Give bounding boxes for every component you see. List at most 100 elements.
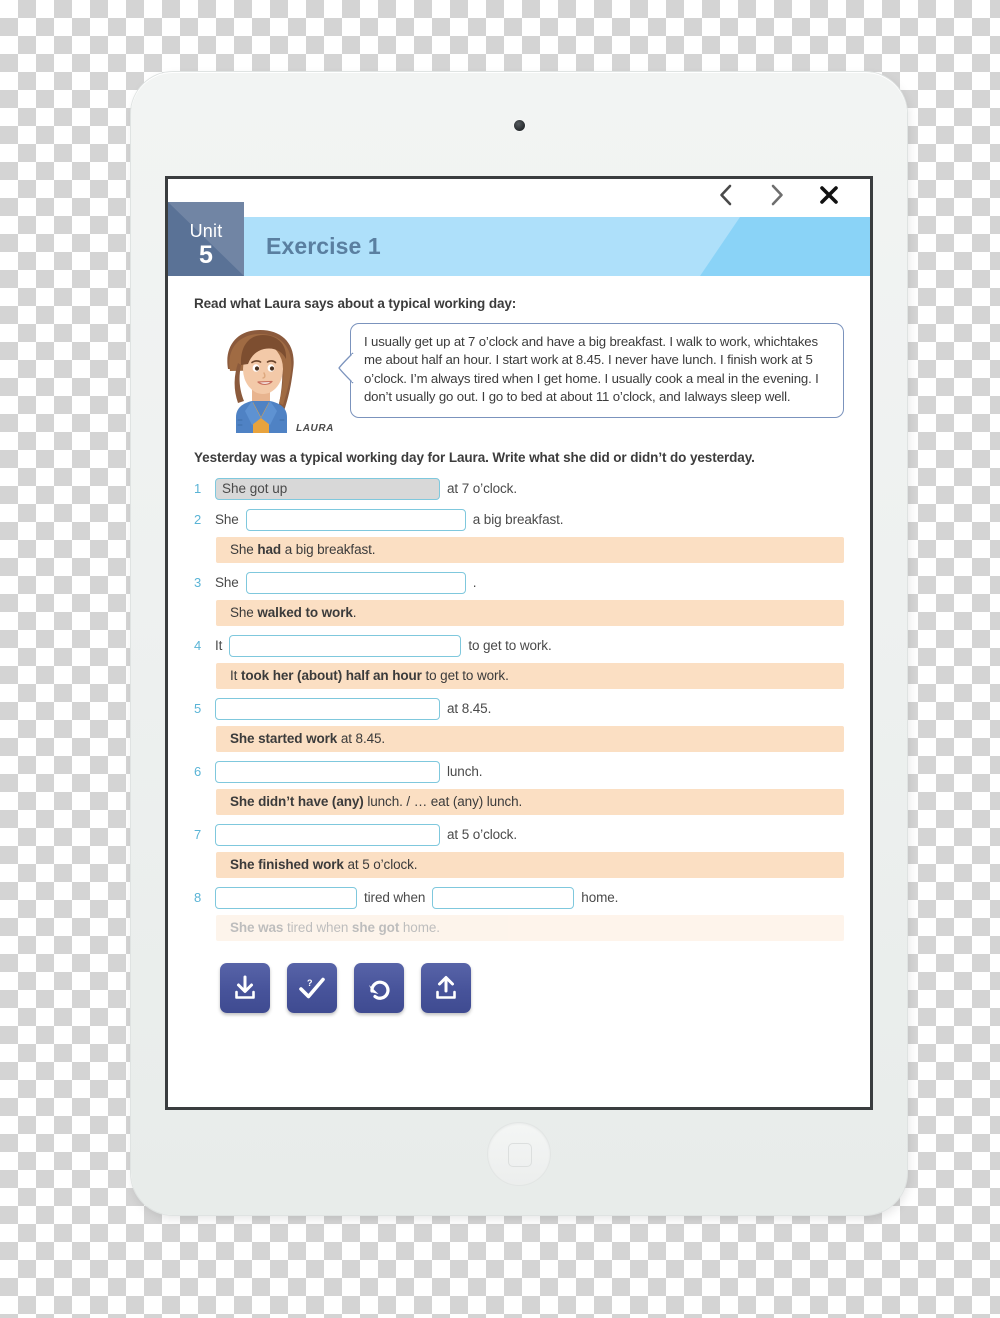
speech-text: I usually get up at 7 o’clock and have a…	[364, 334, 819, 405]
answer-bold: She finished work	[230, 857, 344, 872]
answer-row-8: She was tired when she got home.	[216, 915, 844, 941]
check-question-icon: ?	[299, 977, 325, 999]
exercise-header: Unit 5 Exercise 1	[168, 202, 870, 276]
answer-row-6: She didn’t have (any) lunch. / … eat (an…	[216, 789, 844, 815]
answer-input-3[interactable]	[245, 571, 466, 594]
close-button[interactable]	[816, 181, 842, 209]
speech-bubble: I usually get up at 7 o’clock and have a…	[338, 323, 844, 418]
answer-post: .	[352, 605, 357, 620]
answer-pre: She	[230, 605, 258, 620]
next-page-button[interactable]	[764, 181, 790, 209]
question-number: 7	[194, 827, 202, 842]
reset-button[interactable]	[354, 963, 404, 1013]
upload-button[interactable]	[421, 963, 471, 1013]
answer-bold: She started work	[230, 731, 338, 746]
answer-input-8b[interactable]	[432, 886, 575, 909]
answer-row-4: It took her (about) half an hour to get …	[216, 663, 844, 689]
question-row-3: 3 She .	[194, 567, 844, 598]
question-suffix-8: home.	[581, 890, 619, 905]
top-bar	[168, 179, 870, 217]
question-suffix-7: at 5 o’clock.	[447, 827, 517, 842]
answer-pre: She	[230, 542, 258, 557]
answer-post-2: home.	[399, 920, 440, 935]
answer-input-5[interactable]	[215, 697, 440, 720]
unit-number: 5	[199, 241, 213, 269]
question-suffix-5: at 8.45.	[447, 701, 492, 716]
tablet-screen: Unit 5 Exercise 1 Read what Laura says a…	[165, 176, 873, 1110]
task-prompt: Yesterday was a typical working day for …	[194, 450, 755, 465]
tablet-device: Unit 5 Exercise 1 Read what Laura says a…	[131, 72, 907, 1215]
answer-pre: It	[230, 668, 241, 683]
unit-badge: Unit 5	[168, 202, 244, 276]
question-mid-8: tired when	[364, 890, 426, 905]
question-number: 6	[194, 764, 202, 779]
camera-icon	[513, 120, 525, 131]
speech-bubble-tail-icon	[338, 352, 354, 384]
question-list: 1 at 7 o’clock. 2 She a big breakfast. S…	[194, 473, 844, 941]
answer-row-2: She had a big breakfast.	[216, 537, 844, 563]
answer-post: to get to work.	[421, 668, 509, 683]
question-number: 8	[194, 890, 202, 905]
question-number: 5	[194, 701, 202, 716]
question-row-2: 2 She a big breakfast.	[194, 504, 844, 535]
answer-post: at 8.45.	[337, 731, 386, 746]
answer-input-4[interactable]	[229, 634, 462, 657]
question-prefix-2: She	[215, 512, 239, 527]
answer-input-6[interactable]	[215, 760, 440, 783]
answer-input-1[interactable]	[215, 477, 440, 500]
answer-bold: took her (about) half an hour	[240, 668, 422, 683]
question-prefix-3: She	[215, 575, 239, 590]
answer-input-2[interactable]	[245, 508, 466, 531]
answer-row-3: She walked to work.	[216, 600, 844, 626]
undo-arrow-icon	[369, 980, 390, 1000]
laura-avatar	[227, 330, 294, 433]
question-number: 4	[194, 638, 202, 653]
question-number: 3	[194, 575, 202, 590]
answer-input-8a[interactable]	[215, 886, 357, 909]
reading-prompt: Read what Laura says about a typical wor…	[194, 296, 517, 311]
close-icon	[820, 186, 838, 204]
svg-text:?: ?	[307, 978, 313, 988]
question-suffix-4: to get to work.	[468, 638, 552, 653]
chevron-left-icon	[719, 184, 731, 206]
question-row-7: 7 at 5 o’clock.	[194, 819, 844, 850]
answer-bold: She didn’t have (any)	[230, 794, 364, 809]
answer-bold: walked to work	[257, 605, 353, 620]
question-number: 2	[194, 512, 202, 527]
reading-passage: LAURA I usually get up at 7 o’clock and …	[194, 321, 844, 434]
question-suffix-2: a big breakfast.	[472, 512, 564, 527]
question-suffix-1: at 7 o’clock.	[447, 481, 517, 496]
answer-bold: She was	[230, 920, 284, 935]
question-suffix-3: .	[472, 575, 477, 590]
exercise-title-bar: Exercise 1	[244, 217, 870, 276]
question-row-8: 8 tired when home.	[194, 882, 844, 913]
answer-input-7[interactable]	[215, 823, 440, 846]
question-row-6: 6 lunch.	[194, 756, 844, 787]
question-prefix-4: It	[215, 638, 223, 653]
navigation-controls	[712, 181, 842, 209]
page-title: Exercise 1	[266, 233, 381, 259]
upload-icon	[436, 976, 456, 999]
answer-row-5: She started work at 8.45.	[216, 726, 844, 752]
exercise-content: Read what Laura says about a typical wor…	[168, 276, 870, 1013]
home-button[interactable]	[488, 1123, 550, 1185]
question-row-4: 4 It to get to work.	[194, 630, 844, 661]
exercise-toolbar: ?	[194, 945, 844, 1013]
question-row-5: 5 at 8.45.	[194, 693, 844, 724]
answer-post: tired when	[283, 920, 352, 935]
unit-label: Unit	[189, 221, 223, 241]
question-suffix-6: lunch.	[447, 764, 483, 779]
answer-post: a big breakfast.	[281, 542, 376, 557]
answer-post: at 5 o’clock.	[343, 857, 418, 872]
answer-bold-2: she got	[351, 920, 400, 935]
download-button[interactable]	[220, 963, 270, 1013]
check-answers-button[interactable]: ?	[287, 963, 337, 1013]
answer-row-7: She finished work at 5 o’clock.	[216, 852, 844, 878]
download-icon	[235, 975, 255, 999]
chevron-right-icon	[771, 184, 783, 206]
previous-page-button[interactable]	[712, 181, 738, 209]
answer-bold: had	[257, 542, 282, 557]
character-block: LAURA	[194, 321, 344, 434]
question-row-1: 1 at 7 o’clock.	[194, 473, 844, 504]
question-number: 1	[194, 481, 202, 496]
